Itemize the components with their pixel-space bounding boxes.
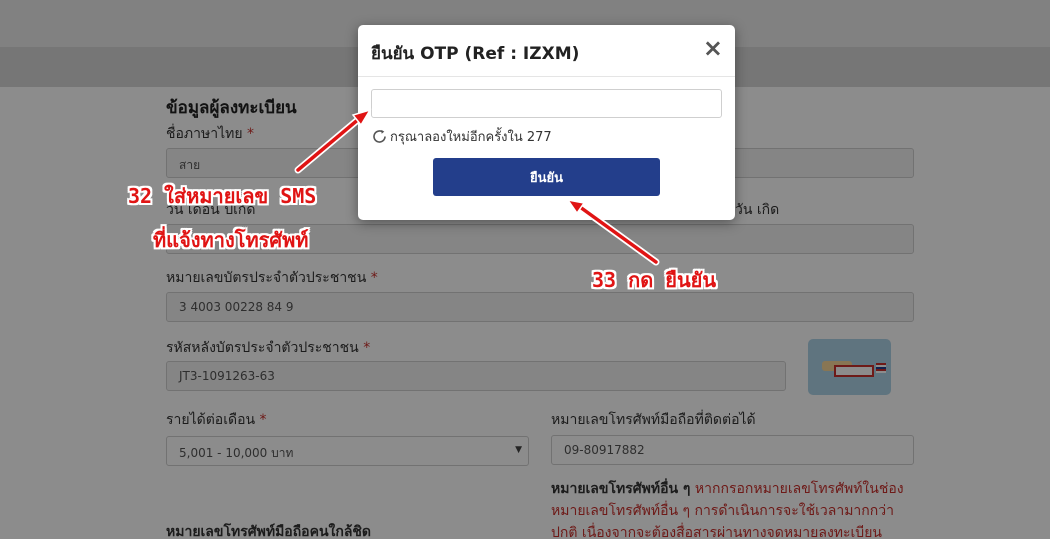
confirm-button[interactable]: ยืนยัน: [433, 158, 660, 196]
resend-countdown: กรุณาลองใหม่อีกครั้งใน 277: [371, 126, 552, 147]
annotation-step-32-line1: 32 ใส่หมายเลข SMS: [128, 184, 317, 208]
otp-modal: ยืนยัน OTP (Ref : IZXM) × กรุณาลองใหม่อี…: [358, 25, 735, 220]
otp-input[interactable]: [371, 89, 722, 118]
annotation-step-32-line2: ที่แจ้งทางโทรศัพท์: [153, 228, 309, 252]
modal-header: ยืนยัน OTP (Ref : IZXM) ×: [358, 25, 735, 77]
modal-title: ยืนยัน OTP (Ref : IZXM): [371, 44, 580, 64]
annotation-step-33: 33 กด ยืนยัน: [592, 268, 717, 292]
close-icon[interactable]: ×: [703, 34, 723, 62]
refresh-icon: [371, 128, 388, 145]
